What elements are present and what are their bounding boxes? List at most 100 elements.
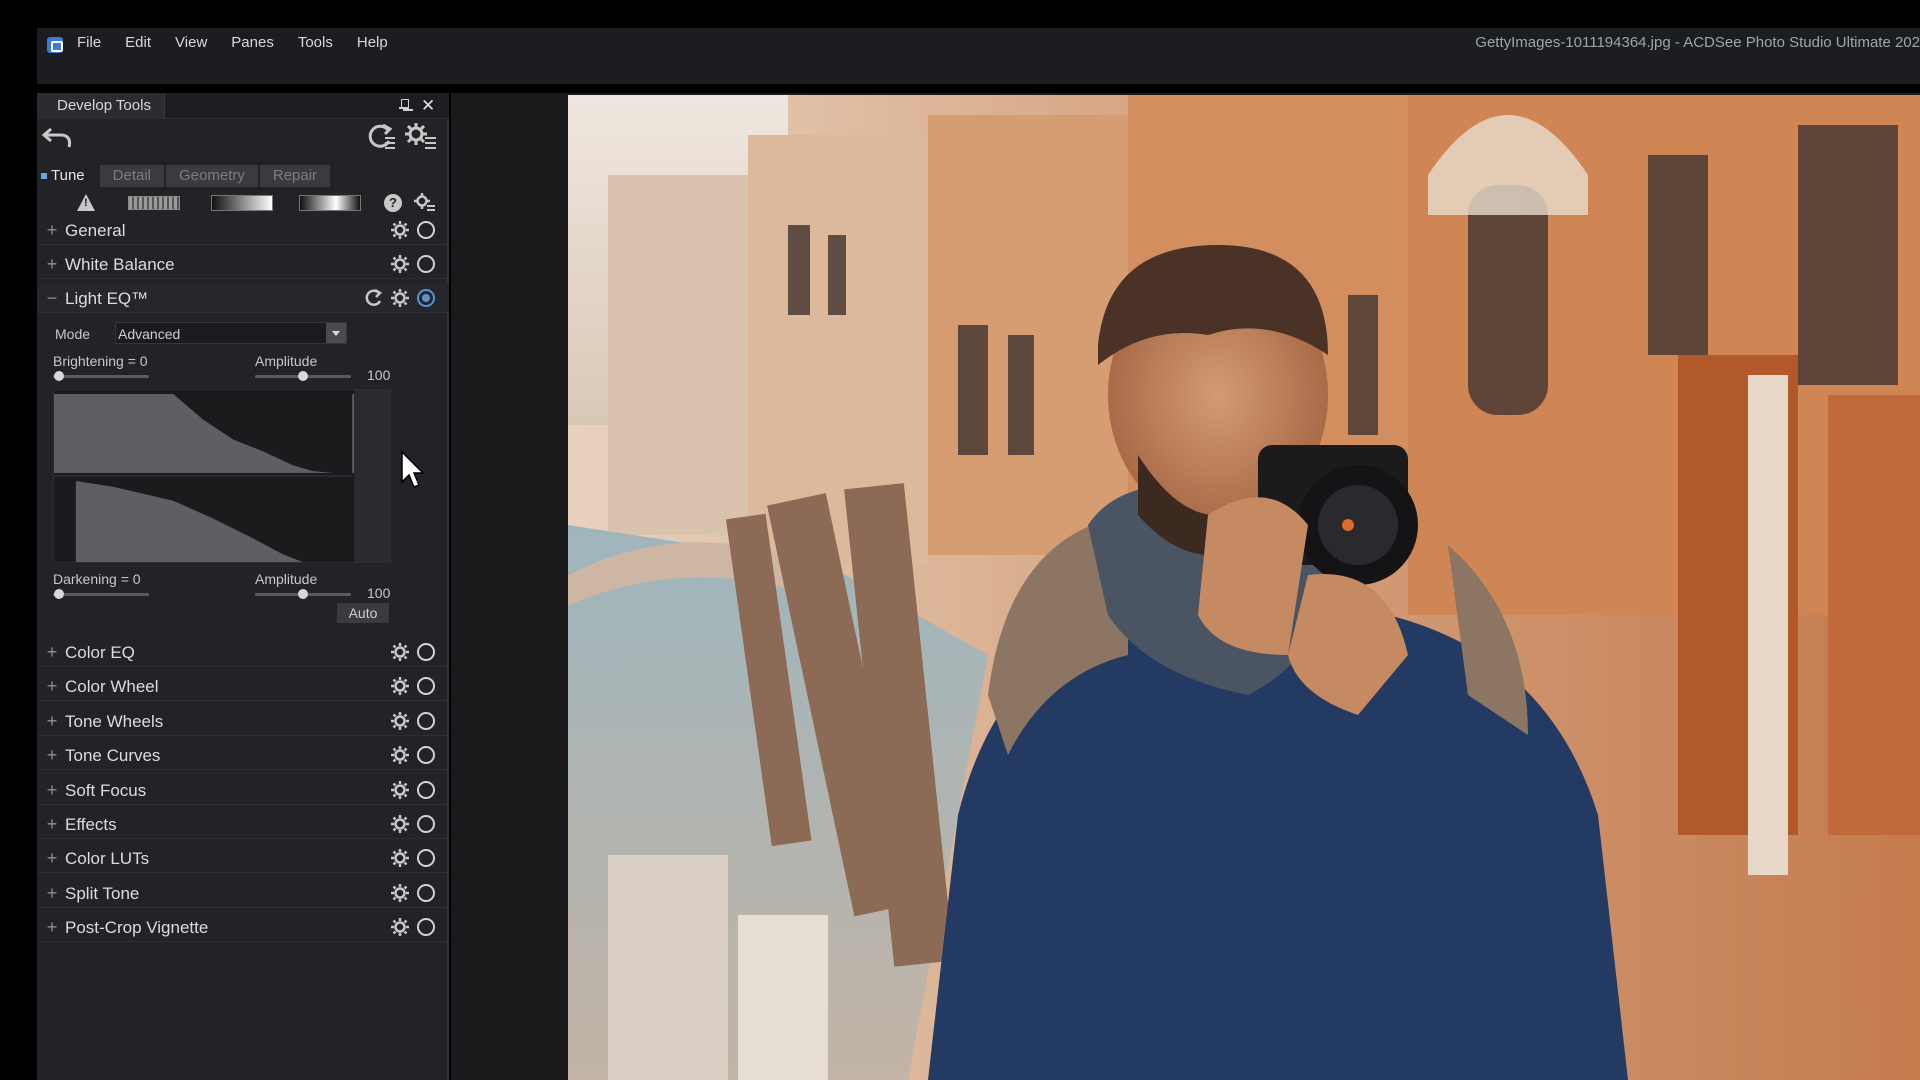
gradient-linear-icon[interactable] — [211, 195, 273, 211]
left-screen-edge — [0, 28, 37, 1080]
amplitude-slider-thumb-2[interactable] — [298, 589, 308, 599]
gear-icon[interactable] — [390, 676, 410, 696]
gear-icon[interactable] — [390, 642, 410, 662]
mode-select[interactable]: Advanced — [115, 322, 347, 344]
section-label: General — [65, 221, 126, 240]
window-title: GettyImages-1011194364.jpg - ACDSee Phot… — [1475, 34, 1920, 51]
pin-icon[interactable] — [399, 99, 409, 113]
section-label: Light EQ™ — [65, 289, 149, 308]
section-tone-wheels[interactable]: + Tone Wheels — [37, 706, 449, 736]
tool-mode-row: ? — [37, 191, 449, 215]
section-post-crop-vignette[interactable]: + Post-Crop Vignette — [37, 912, 449, 943]
menu-help[interactable]: Help — [357, 34, 388, 51]
amplitude-slider-thumb[interactable] — [298, 371, 308, 381]
before-after-icon[interactable] — [128, 196, 180, 210]
gear-icon[interactable] — [390, 254, 410, 274]
expand-icon[interactable]: + — [45, 815, 59, 833]
menu-bar: File Edit View Panes Tools Help GettyIma… — [37, 28, 1920, 84]
gear-icon[interactable] — [390, 745, 410, 765]
brightening-slider-track[interactable] — [53, 375, 149, 378]
section-general[interactable]: + General — [37, 215, 449, 245]
gear-icon[interactable] — [390, 220, 410, 240]
expand-icon[interactable]: + — [45, 255, 59, 273]
mouse-cursor-icon — [401, 450, 425, 488]
light-eq-histogram[interactable] — [53, 389, 391, 563]
panel-header: Develop Tools ✕ — [37, 93, 449, 119]
photo-image[interactable] — [568, 95, 1920, 1080]
enable-toggle[interactable] — [417, 711, 435, 730]
enable-toggle[interactable] — [417, 255, 435, 273]
gear-icon[interactable] — [390, 780, 410, 800]
section-light-eq[interactable]: − Light EQ™ — [37, 283, 449, 313]
enable-toggle[interactable] — [417, 780, 435, 799]
section-label: Color Wheel — [65, 677, 159, 697]
enable-toggle[interactable] — [417, 643, 435, 661]
section-color-luts[interactable]: + Color LUTs — [37, 843, 449, 874]
tab-geometry[interactable]: Geometry — [166, 165, 258, 187]
expand-icon[interactable]: + — [45, 884, 59, 902]
gear-icon[interactable] — [390, 917, 410, 937]
expand-icon[interactable]: + — [45, 677, 59, 695]
section-label: Tone Wheels — [65, 711, 164, 731]
close-icon[interactable]: ✕ — [421, 96, 435, 116]
section-split-tone[interactable]: + Split Tone — [37, 878, 449, 908]
brightening-slider-thumb[interactable] — [54, 371, 64, 381]
section-soft-focus[interactable]: + Soft Focus — [37, 775, 449, 805]
enable-toggle-on[interactable] — [417, 289, 435, 307]
mode-label: Mode — [55, 326, 91, 342]
section-white-balance[interactable]: + White Balance — [37, 249, 449, 279]
chevron-down-icon[interactable] — [326, 323, 346, 343]
tab-repair[interactable]: Repair — [259, 165, 331, 187]
expand-icon[interactable]: + — [45, 781, 59, 799]
section-effects[interactable]: + Effects — [37, 809, 449, 839]
enable-toggle[interactable] — [417, 815, 435, 833]
darkening-slider-thumb[interactable] — [54, 589, 64, 599]
tab-tune[interactable]: Tune — [41, 165, 98, 187]
gear-icon[interactable] — [390, 288, 410, 308]
enable-toggle[interactable] — [417, 849, 435, 868]
gear-icon[interactable] — [390, 848, 410, 868]
gear-icon[interactable] — [390, 814, 410, 834]
app-camera-icon[interactable] — [47, 37, 63, 53]
panel-toolbar — [363, 121, 437, 151]
auto-button[interactable]: Auto — [337, 603, 389, 623]
section-label: White Balance — [65, 255, 175, 274]
gear-icon[interactable] — [390, 883, 410, 903]
settings-list-icon[interactable] — [403, 121, 437, 151]
enable-toggle[interactable] — [417, 677, 435, 696]
menu-edit[interactable]: Edit — [125, 34, 151, 51]
menu-tools[interactable]: Tools — [298, 34, 333, 51]
tab-detail[interactable]: Detail — [99, 165, 164, 187]
enable-toggle[interactable] — [417, 221, 435, 239]
warning-icon[interactable] — [77, 194, 95, 211]
section-tone-curves[interactable]: + Tone Curves — [37, 740, 449, 771]
enable-toggle[interactable] — [417, 883, 435, 902]
menu-view[interactable]: View — [175, 34, 207, 51]
undo-icon[interactable] — [41, 123, 75, 149]
expand-icon[interactable]: + — [45, 643, 59, 661]
expand-icon[interactable]: + — [45, 221, 59, 239]
section-color-wheel[interactable]: + Color Wheel — [37, 671, 449, 702]
darkening-slider-track[interactable] — [53, 593, 149, 596]
collapse-icon[interactable]: − — [45, 289, 59, 307]
enable-toggle[interactable] — [417, 918, 435, 937]
enable-toggle[interactable] — [417, 746, 435, 765]
gradient-radial-icon[interactable] — [299, 195, 361, 211]
menu-panes[interactable]: Panes — [231, 34, 274, 51]
section-color-eq[interactable]: + Color EQ — [37, 637, 449, 667]
help-icon[interactable]: ? — [384, 194, 402, 212]
panel-title-tab[interactable]: Develop Tools — [37, 93, 165, 119]
mode-select-value: Advanced — [118, 326, 181, 342]
gear-icon[interactable] — [390, 711, 410, 731]
reset-icon[interactable] — [364, 288, 384, 308]
top-screen-strip — [0, 0, 1920, 28]
expand-icon[interactable]: + — [45, 712, 59, 730]
expand-icon[interactable]: + — [45, 849, 59, 867]
settings-list-small-icon[interactable] — [413, 192, 435, 214]
section-label: Post-Crop Vignette — [65, 918, 209, 938]
menu-file[interactable]: File — [77, 34, 101, 51]
expand-icon[interactable]: + — [45, 918, 59, 936]
develop-tabs: Tune Detail Geometry Repair — [41, 165, 332, 187]
expand-icon[interactable]: + — [45, 746, 59, 764]
reset-all-icon[interactable] — [363, 121, 397, 151]
